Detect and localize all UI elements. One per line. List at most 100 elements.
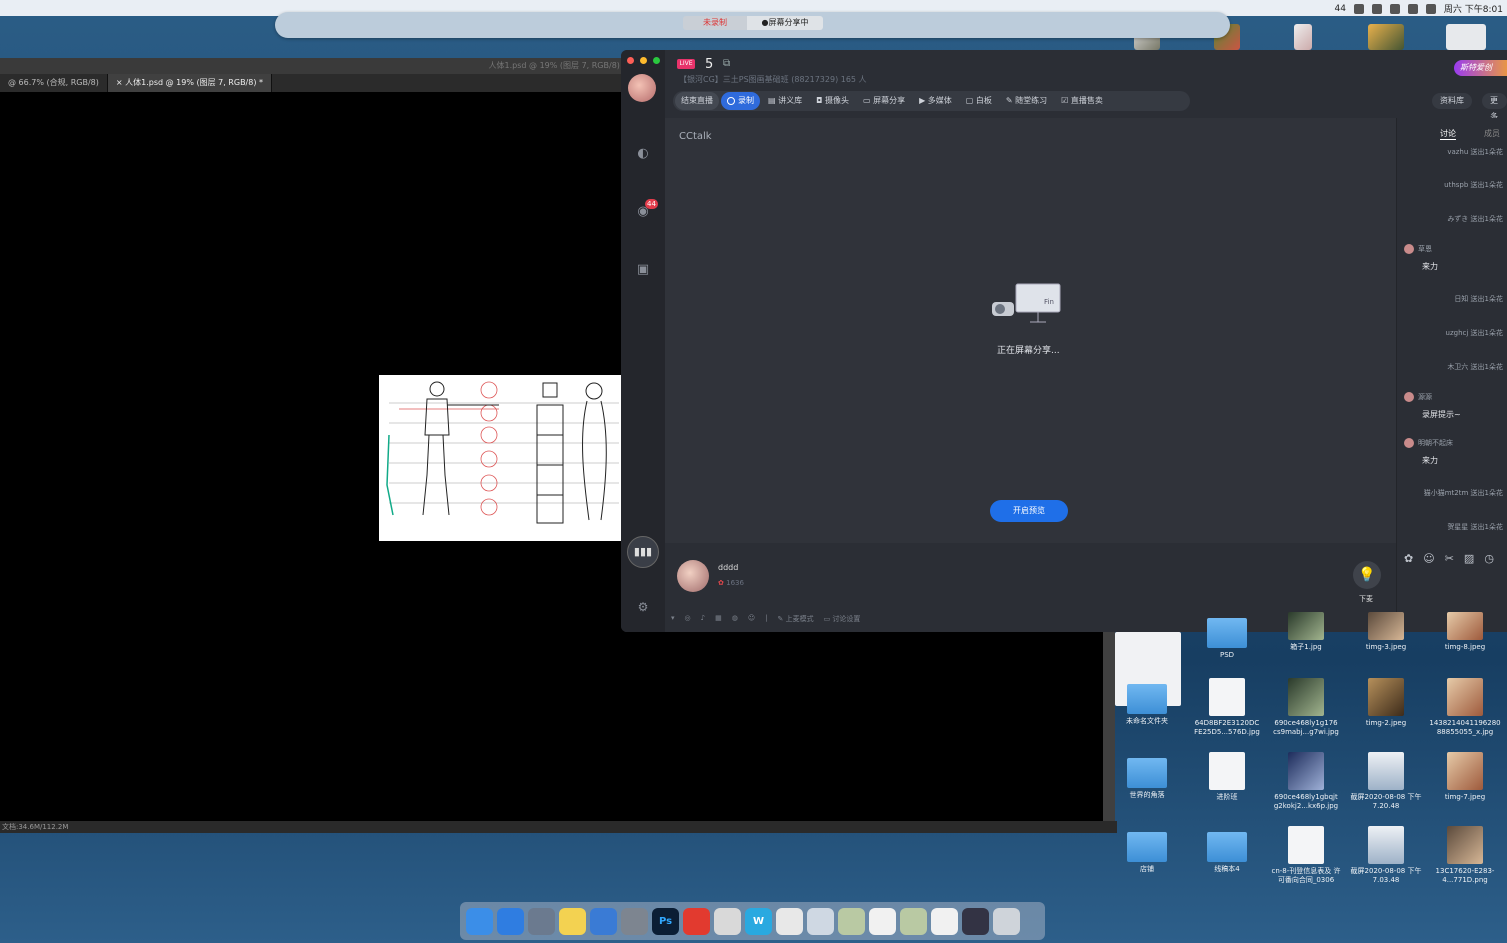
user-avatar[interactable] [628, 74, 656, 102]
sharing-status[interactable]: ●屏幕分享中 [747, 16, 823, 30]
screenshot-icon[interactable] [962, 907, 989, 935]
screen-share-button[interactable]: ▭ 屏幕分享 [857, 92, 911, 110]
desktop-icon[interactable]: 箱子1.jpg [1269, 612, 1343, 652]
desktop-icon-label: timg-3.jpeg [1365, 643, 1407, 651]
file-icon [1368, 752, 1404, 790]
bulb-icon[interactable]: 💡 [1353, 561, 1381, 589]
grid-icon[interactable]: ▦ [715, 614, 722, 624]
host-avatar[interactable] [677, 560, 709, 592]
ps-icon[interactable]: Ps [652, 907, 679, 935]
more-button[interactable]: 更多 [1482, 93, 1507, 121]
w-icon[interactable]: W [745, 907, 772, 935]
desktop-icon-label: 世界的角落 [1129, 791, 1165, 799]
multimedia-button[interactable]: ▶ 多媒体 [913, 92, 958, 110]
doc-tab[interactable]: @ 66.7% (合规, RGB/8) [0, 74, 108, 92]
discussion-settings-button[interactable]: ▭ 讨论设置 [824, 614, 861, 624]
desktop-icon[interactable]: timg-7.jpeg [1428, 752, 1502, 802]
mic-mode-button[interactable]: ✎ 上麦模式 [778, 614, 814, 624]
emoji-icon[interactable]: ☺ [1423, 552, 1434, 565]
desktop-icon[interactable]: 线稿本4 [1190, 826, 1264, 874]
handout-library-button[interactable]: ▤ 讲义库 [762, 92, 808, 110]
chat-user: 草恩 [1404, 244, 1432, 254]
notes-icon[interactable] [559, 907, 586, 935]
record-button[interactable]: 录制 [721, 92, 760, 110]
doc-icon[interactable] [931, 907, 958, 935]
effects-icon[interactable]: ◍ [732, 614, 738, 624]
keynote-icon[interactable] [590, 907, 617, 935]
desktop-icon[interactable]: 13C17620-E283-4...771D.png [1428, 826, 1502, 885]
desktop-icon[interactable]: timg-2.jpeg [1349, 678, 1423, 728]
stage-label: CCtalk [679, 131, 712, 142]
live-sales-button[interactable]: ☑ 直播售卖 [1055, 92, 1109, 110]
live-stats-icon[interactable]: ▮▮▮ [627, 536, 659, 568]
whiteboard-button[interactable]: ▢ 白板 [960, 92, 998, 110]
desktop-icon[interactable]: 1438214041196280 88855055_x.jpg [1428, 678, 1502, 737]
start-preview-button[interactable]: 开启预览 [990, 500, 1068, 522]
settings-icon[interactable]: ⚙ [634, 600, 652, 616]
desktop-icon[interactable]: 未命名文件夹 [1110, 678, 1184, 726]
safari-icon[interactable] [497, 907, 524, 935]
end-live-button[interactable]: 结束直播 [675, 92, 719, 110]
flower-icon[interactable]: ✿ [1404, 552, 1413, 565]
camera-label: 摄像头 [824, 96, 849, 105]
chat-message: 木卫六 送出1朵花 [1447, 363, 1503, 371]
planet-icon[interactable]: ◐ [634, 146, 652, 162]
desktop-icon[interactable]: cn-8-刊登信息表及 许可番向合同_0306 [1269, 826, 1343, 885]
chat-user: 源源 [1404, 392, 1432, 402]
preview-icon[interactable] [807, 907, 834, 935]
wifi-icon[interactable] [1407, 3, 1418, 14]
system-preferences-icon[interactable] [621, 907, 648, 935]
clock[interactable]: 周六 下午8:01 [1444, 2, 1503, 15]
desktop-icon[interactable]: 64D8BF2E3120DC FE25D5...576D.jpg [1190, 678, 1264, 737]
image-icon[interactable] [838, 907, 865, 935]
doc-icon[interactable] [869, 907, 896, 935]
camera-button[interactable]: ◘ 摄像头 [810, 92, 855, 110]
zoom-window-button[interactable] [653, 57, 660, 64]
record-status[interactable]: 未录制 [683, 16, 747, 30]
status-icon[interactable] [1371, 3, 1382, 14]
desktop-icon[interactable]: 进阶班 [1190, 752, 1264, 802]
scissors-icon[interactable]: ✂ [1445, 552, 1454, 565]
mic-icon[interactable]: ♪ [701, 614, 705, 624]
quiz-button[interactable]: ✎ 随堂练习 [1000, 92, 1053, 110]
cloud-icon[interactable] [1353, 3, 1364, 14]
desktop-icon[interactable]: timg-3.jpeg [1349, 612, 1423, 652]
tab-members[interactable]: 成员 [1484, 128, 1500, 140]
desktop-icon[interactable]: 店铺 [1110, 826, 1184, 874]
trash-icon[interactable] [993, 907, 1020, 935]
clock-icon[interactable]: ◷ [1484, 552, 1494, 565]
folder-icon [1127, 684, 1167, 714]
desktop-icon[interactable]: 截屏2020-08-08 下午7.20.48 [1349, 752, 1423, 811]
battery-indicator[interactable]: 44 [1334, 4, 1345, 14]
tab-discussion[interactable]: 讨论 [1440, 128, 1456, 140]
desktop-icon-label: 1438214041196280 88855055_x.jpg [1429, 719, 1501, 736]
file-icon [1447, 752, 1483, 790]
network-icon[interactable]: ▾ [671, 614, 675, 624]
desktop-icon[interactable]: 世界的角落 [1110, 752, 1184, 800]
chrome-icon[interactable] [776, 907, 803, 935]
photos-icon[interactable] [714, 907, 741, 935]
desktop-icon[interactable]: timg-8.jpeg [1428, 612, 1502, 652]
image-icon[interactable]: ▨ [1464, 552, 1474, 565]
inbox-icon[interactable]: ▣ [634, 262, 652, 278]
minimize-window-button[interactable] [640, 57, 647, 64]
host-score: ✿ 1636 [718, 579, 744, 587]
audio-icon[interactable]: ◎ [685, 614, 691, 624]
netease-music-icon[interactable] [683, 907, 710, 935]
emoji-icon[interactable]: ☺ [748, 614, 755, 624]
volume-icon[interactable] [1425, 3, 1436, 14]
launchpad-icon[interactable] [528, 907, 555, 935]
image-icon[interactable] [900, 907, 927, 935]
close-window-button[interactable] [627, 57, 634, 64]
desktop-icon[interactable]: 截屏2020-08-08 下午7.03.48 [1349, 826, 1423, 885]
desktop-icon[interactable]: 690ce468ly1gbqjt g2kokj2...kx6p.jpg [1269, 752, 1343, 811]
share-status-pill[interactable]: 未录制 ●屏幕分享中 [683, 16, 823, 30]
library-button[interactable]: 资料库 [1432, 93, 1472, 109]
chat-message: uthspb 送出1朵花 [1444, 181, 1503, 189]
desktop-icon[interactable]: PSD [1190, 612, 1264, 660]
doc-tab-active[interactable]: × 人体1.psd @ 19% (图层 7, RGB/8) * [107, 74, 273, 92]
finder-icon[interactable] [466, 907, 493, 935]
external-link-icon[interactable]: ⧉ [723, 58, 730, 69]
bluetooth-icon[interactable] [1389, 3, 1400, 14]
desktop-icon[interactable]: 690ce468ly1g176 cs9mabj...g7wi.jpg [1269, 678, 1343, 737]
